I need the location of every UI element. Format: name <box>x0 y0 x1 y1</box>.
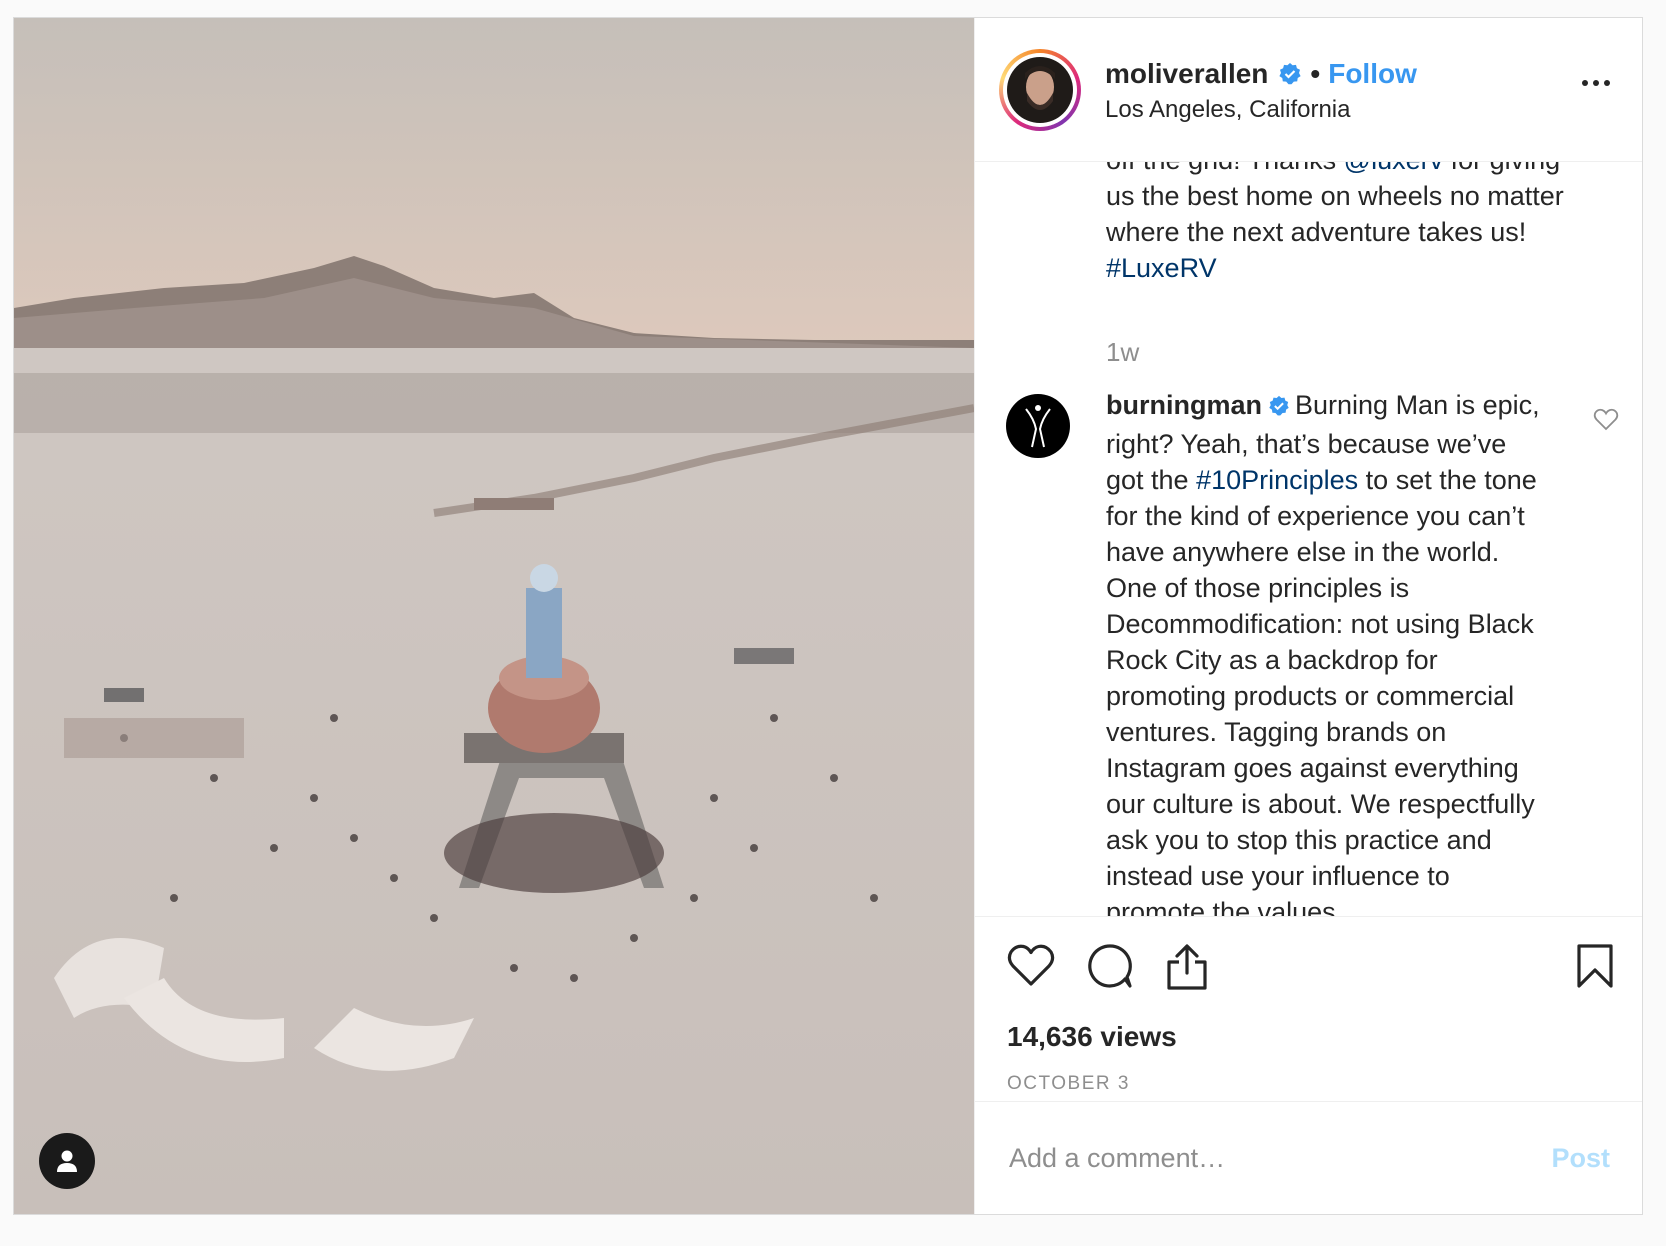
verified-badge-icon <box>1268 390 1290 426</box>
author-username[interactable]: moliverallen <box>1105 58 1268 90</box>
bookmark-icon[interactable] <box>1576 943 1614 994</box>
comment-text-continued: to set the tone for the kind of experien… <box>1106 465 1537 916</box>
more-options-icon[interactable] <box>1582 80 1610 86</box>
post-actions: 14,636 views OCTOBER 3 <box>975 916 1642 1101</box>
comment-input[interactable] <box>1007 1141 1552 1175</box>
post-time-ago[interactable]: 1w <box>1106 337 1139 368</box>
comment-icon[interactable] <box>1087 943 1133 996</box>
follow-button[interactable]: Follow <box>1328 58 1417 90</box>
share-icon[interactable] <box>1165 943 1209 996</box>
post-comment-button[interactable]: Post <box>1551 1143 1610 1174</box>
hashtag-link[interactable]: #LuxeRV <box>1106 253 1217 283</box>
post-video[interactable] <box>14 18 974 1214</box>
view-count[interactable]: 14,636 views <box>1007 1021 1177 1053</box>
burning-man-aerial-image <box>14 18 974 1214</box>
post-date[interactable]: OCTOBER 3 <box>1007 1073 1130 1095</box>
post-caption: off the grid! Thanks @luxerv for giving … <box>1106 162 1586 286</box>
post-header: moliverallen • Follow Los Angeles, Calif… <box>975 18 1642 162</box>
mention-link[interactable]: @luxerv <box>1344 162 1443 175</box>
avatar-photo <box>1007 56 1073 123</box>
user-tag-button[interactable] <box>39 1133 95 1189</box>
author-avatar[interactable] <box>999 48 1081 131</box>
commenter-username[interactable]: burningman <box>1106 390 1262 420</box>
post-dialog: moliverallen • Follow Los Angeles, Calif… <box>13 17 1643 1215</box>
hashtag-link[interactable]: #10Principles <box>1196 465 1358 495</box>
add-comment-bar: Post <box>975 1101 1642 1214</box>
caption-text: off the grid! Thanks <box>1106 162 1344 175</box>
burningman-logo-icon <box>1025 405 1051 448</box>
separator-dot: • <box>1310 57 1321 89</box>
post-sidebar: moliverallen • Follow Los Angeles, Calif… <box>974 18 1642 1214</box>
comments-section[interactable]: off the grid! Thanks @luxerv for giving … <box>975 162 1642 916</box>
commenter-avatar[interactable] <box>1006 394 1070 458</box>
user-tag-icon <box>57 1150 77 1172</box>
comment-body: burningman Burning Man is epic, right? Ye… <box>1106 387 1546 916</box>
post-location[interactable]: Los Angeles, California <box>1105 96 1417 124</box>
heart-icon[interactable] <box>1007 943 1055 996</box>
verified-badge-icon <box>1278 62 1302 86</box>
comment-like-icon[interactable] <box>1593 407 1619 436</box>
